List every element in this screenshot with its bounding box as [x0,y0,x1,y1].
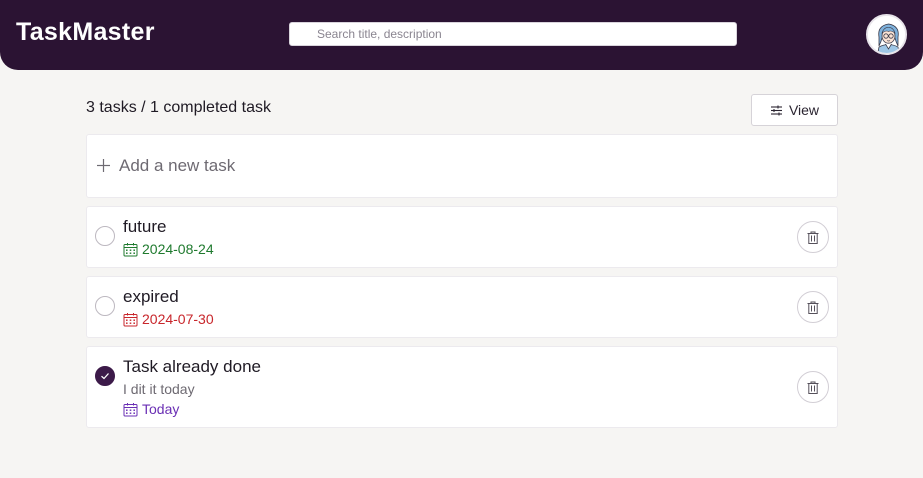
add-task-card[interactable]: Add a new task [86,134,838,198]
task-date-label: 2024-07-30 [142,311,214,327]
trash-icon [807,301,819,314]
task-date-label: Today [142,401,180,417]
calendar-icon [123,242,138,256]
task-date-label: 2024-08-24 [142,241,214,257]
task-item: Task already done I dit it today Today [86,346,838,428]
task-description: I dit it today [123,381,195,397]
calendar-icon [123,312,138,326]
delete-task-button[interactable] [797,291,829,323]
user-avatar[interactable] [866,14,907,55]
app-title: TaskMaster [16,18,155,46]
task-complete-checkbox[interactable] [95,226,115,246]
trash-icon [807,381,819,394]
add-task-label: Add a new task [119,156,236,175]
task-due-date: 2024-07-30 [123,311,214,327]
calendar-icon [123,402,138,416]
task-complete-checkbox[interactable] [95,296,115,316]
search-input[interactable] [290,23,736,45]
task-title: future [123,217,167,236]
task-item: expired 2024-07-30 [86,276,838,338]
trash-icon [807,231,819,244]
task-item: future 2024-08-24 [86,206,838,268]
plus-icon [97,159,110,172]
task-complete-checkbox[interactable] [95,366,115,386]
view-options-label: View [788,102,820,118]
app-header: TaskMaster [0,0,923,70]
sliders-icon [770,105,782,115]
delete-task-button[interactable] [797,371,829,403]
checkmark-icon [101,373,109,380]
task-due-date: Today [123,401,179,417]
task-title: Task already done [123,357,261,376]
search-box[interactable] [289,22,737,46]
task-due-date: 2024-08-24 [123,241,214,257]
user-avatar-icon [868,16,905,53]
delete-task-button[interactable] [797,221,829,253]
view-options-button[interactable]: View [751,94,838,126]
task-title: expired [123,287,179,306]
task-summary: 3 tasks / 1 completed task [86,99,271,116]
